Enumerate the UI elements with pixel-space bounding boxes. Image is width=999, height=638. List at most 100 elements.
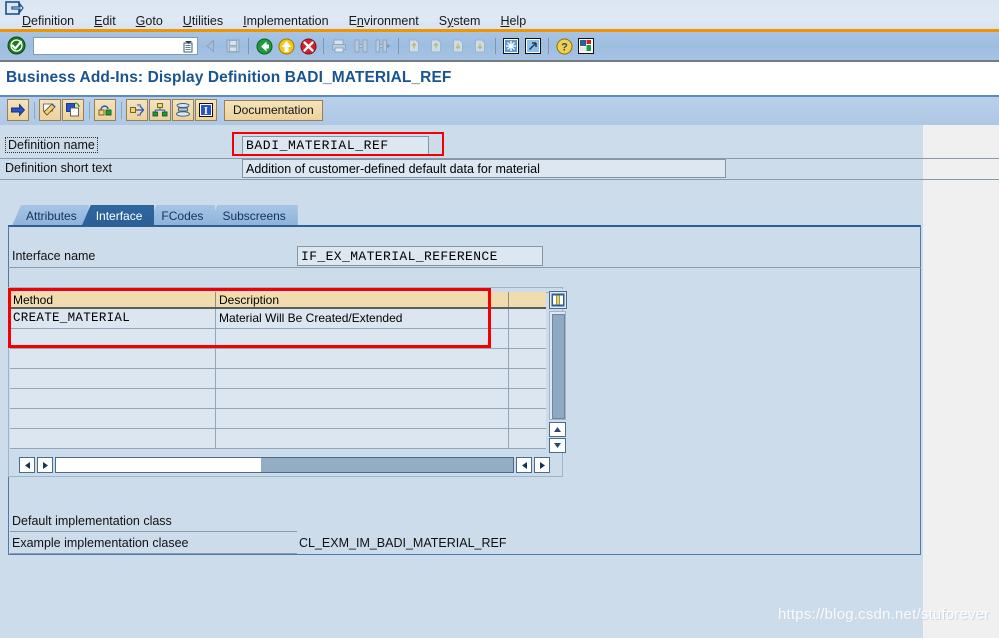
tab-interface[interactable]: Interface [81,205,155,226]
find-icon[interactable] [350,35,372,57]
table-cell-description[interactable] [216,429,509,448]
table-cell-extra[interactable] [509,309,546,328]
scroll-right-icon[interactable] [37,457,53,473]
help-icon[interactable]: ? [553,35,575,57]
print-icon[interactable] [328,35,350,57]
table-row[interactable] [10,389,546,409]
table-row[interactable] [10,349,546,369]
exit-yellow-icon[interactable] [275,35,297,57]
svg-text:I: I [204,106,208,117]
menu-item-implementation[interactable]: Implementation [233,14,338,28]
page-title: Business Add-Ins: Display Definition BAD… [6,69,452,86]
table-row[interactable] [10,409,546,429]
table-cell-description[interactable] [216,369,509,388]
menu-item-environment[interactable]: Environment [339,14,429,28]
hscroll-track[interactable] [55,457,514,473]
tab-attributes[interactable]: Attributes [12,205,89,226]
create-session-icon[interactable] [500,35,522,57]
customize-layout-icon[interactable] [575,35,597,57]
where-used-icon[interactable] [126,99,148,121]
documentation-button[interactable]: Documentation [224,99,323,121]
info-icon[interactable]: I [195,99,217,121]
green-check-icon[interactable] [7,36,26,55]
table-cell-extra[interactable] [509,329,546,348]
menu-item-definition[interactable]: DDefinitionefinition [12,14,84,28]
table-settings-icon[interactable] [549,291,567,309]
table-cell-description[interactable] [216,349,509,368]
table-cell-extra[interactable] [509,409,546,428]
menu-item-utilities[interactable]: Utilities [173,14,233,28]
table-horizontal-scrollbar[interactable] [13,457,559,475]
tab-fcodes[interactable]: FCodes [147,205,216,226]
copy-icon[interactable] [62,99,84,121]
menu-item-goto[interactable]: Goto [126,14,173,28]
cancel-red-icon[interactable] [297,35,319,57]
back-icon[interactable] [200,35,222,57]
hierarchy-icon[interactable] [149,99,171,121]
display-change-arrow-icon[interactable] [7,99,29,121]
menu-item-help[interactable]: Help [490,14,536,28]
save-icon[interactable] [222,35,244,57]
table-row[interactable]: CREATE_MATERIAL Material Will Be Created… [10,309,546,329]
interface-name-label: Interface name [12,249,96,263]
table-cell-extra[interactable] [509,429,546,448]
first-page-icon[interactable] [403,35,425,57]
menu-bar: DDefinitionefinition Edit Goto Utilities… [0,0,999,32]
table-cell-description[interactable] [216,389,509,408]
stack-icon[interactable] [172,99,194,121]
tab-subscreens[interactable]: Subscreens [208,205,298,226]
menu-item-edit[interactable]: Edit [84,14,126,28]
definition-name-field[interactable]: BADI_MATERIAL_REF [242,136,429,155]
table-column-header-method[interactable]: Method [10,292,216,307]
interface-name-field[interactable]: IF_EX_MATERIAL_REFERENCE [297,246,543,266]
table-column-header-blank[interactable] [509,292,546,307]
scroll-left-end-icon[interactable] [516,457,532,473]
scroll-left-icon[interactable] [19,457,35,473]
vscroll-track[interactable] [549,311,566,420]
table-cell-description[interactable] [216,329,509,348]
lock-icon[interactable] [94,99,116,121]
table-cell-method[interactable] [10,369,216,388]
table-cell-extra[interactable] [509,349,546,368]
toolbar-separator [248,38,249,54]
vscroll-thumb[interactable] [552,314,565,419]
edit-pencil-icon[interactable] [39,99,61,121]
table-cell-extra[interactable] [509,389,546,408]
scroll-right-end-icon[interactable] [534,457,550,473]
definition-short-text-label: Definition short text [5,161,112,175]
table-row[interactable] [10,329,546,349]
scroll-down-icon[interactable] [549,438,566,453]
hscroll-thumb[interactable] [261,458,513,472]
table-cell-description[interactable]: Material Will Be Created/Extended [216,309,509,328]
definition-short-text-row: Definition short text Addition of custom… [0,159,999,180]
back-green-icon[interactable] [253,35,275,57]
last-page-icon[interactable] [469,35,491,57]
definition-name-row: Definition name BADI_MATERIAL_REF [0,136,999,159]
table-cell-extra[interactable] [509,369,546,388]
command-field[interactable] [33,37,198,55]
table-cell-method[interactable] [10,389,216,408]
definition-short-text-field[interactable]: Addition of customer-defined default dat… [242,159,726,178]
command-history-icon[interactable] [182,40,195,53]
next-page-icon[interactable] [447,35,469,57]
find-next-icon[interactable] [372,35,394,57]
command-input[interactable] [35,40,179,54]
standard-toolbar: ? [0,32,999,62]
table-cell-description[interactable] [216,409,509,428]
table-cell-method[interactable] [10,349,216,368]
form-divider [10,553,297,554]
table-row[interactable] [10,429,546,449]
table-cell-method[interactable] [10,429,216,448]
table-column-header-description[interactable]: Description [216,292,509,307]
table-cell-method[interactable] [10,329,216,348]
sap-gui-window: DDefinitionefinition Edit Goto Utilities… [0,0,999,638]
table-cell-method[interactable]: CREATE_MATERIAL [10,309,216,328]
table-row[interactable] [10,369,546,389]
menu-item-system[interactable]: System [429,14,491,28]
toolbar-button-group: ? [200,35,597,57]
table-cell-method[interactable] [10,409,216,428]
table-vertical-scrollbar[interactable] [549,311,566,453]
previous-page-icon[interactable] [425,35,447,57]
scroll-up-icon[interactable] [549,422,566,437]
create-shortcut-icon[interactable] [522,35,544,57]
